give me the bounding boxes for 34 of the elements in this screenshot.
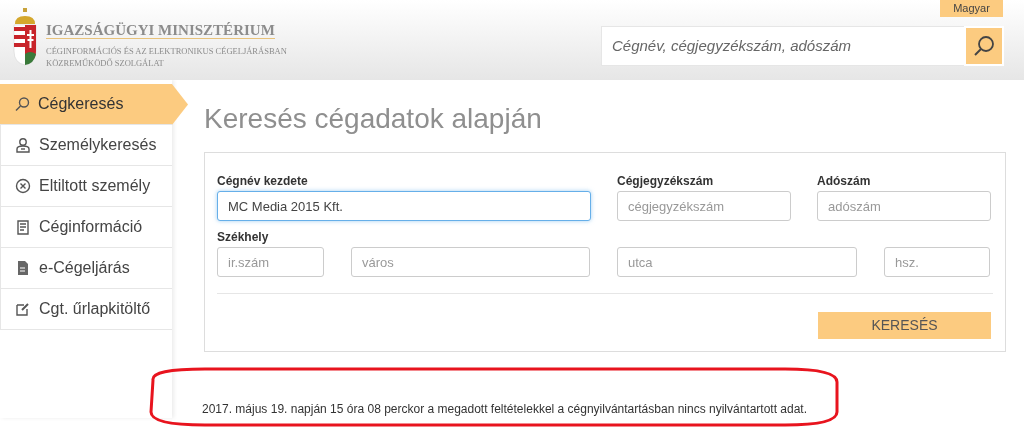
subtitle-line: CÉGINFORMÁCIÓS ÉS AZ ELEKTRONIKUS CÉGELJÁRÁSBAN [46,45,287,57]
coat-of-arms-icon [12,6,38,68]
language-button[interactable]: Magyar [940,0,1003,17]
document-icon [15,260,31,276]
input-field[interactable]: utca [617,247,857,277]
sidebar-item[interactable]: Cgt. űrlapkitöltő [0,289,172,330]
page-title: Keresés cégadatok alapján [204,102,543,136]
input-field[interactable]: MC Media 2015 Kft. [217,191,591,221]
input-field[interactable]: ir.szám [217,247,324,277]
result-message: 2017. május 19. napján 15 óra 08 perckor a megadott feltételekkel a cégnyilvántartásban nincs nyilvántartott adat. [202,401,809,418]
subtitle-line: KÖZREMŰKÖDŐ SZOLGÁLAT [46,57,165,69]
ministry-title: IGAZSÁGÜGYI MINISZTÉRIUM [46,22,275,39]
sidebar-item[interactable]: Céginformáció [0,207,172,248]
sidebar-item[interactable]: Eltiltott személy [0,166,172,207]
search-button[interactable] [964,26,1004,66]
search-icon [14,96,30,112]
field-label: Adószám [817,173,872,189]
input-field[interactable]: hsz. [884,247,990,277]
search-field[interactable]: Cégnév, cégjegyzékszám, adószám [601,26,964,66]
search-icon [973,35,995,57]
input-field[interactable]: cégjegyzékszám [617,191,791,221]
scroll-icon [15,219,31,235]
input-field[interactable]: adószám [817,191,991,221]
cross-circle-icon [15,178,31,194]
field-label: Cégjegyzékszám [617,173,715,189]
sidebar-item[interactable]: Személykeresés [0,125,172,166]
input-field[interactable]: város [351,247,590,277]
sidebar-item[interactable]: e-Cégeljárás [0,248,172,289]
field-label: Cégnév kezdete [217,173,309,189]
sidebar-item[interactable]: Cégkeresés [0,84,188,125]
search-submit-button[interactable]: KERESÉS [818,312,991,339]
edit-icon [15,301,31,317]
field-label: Székhely [217,229,270,245]
person-icon [15,137,31,153]
